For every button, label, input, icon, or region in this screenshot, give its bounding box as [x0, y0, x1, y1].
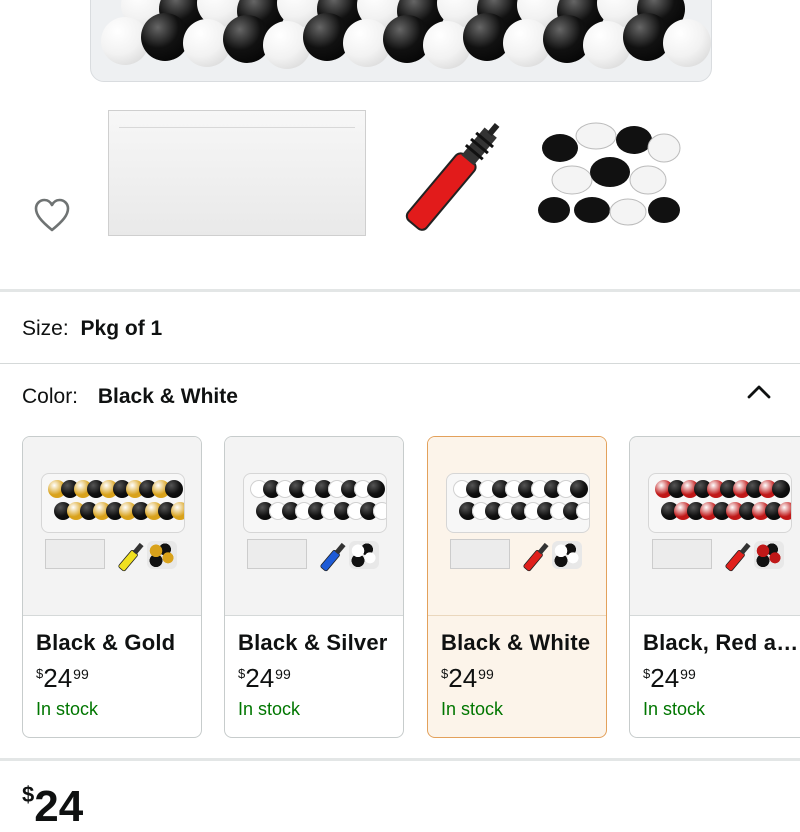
pump-image [405, 123, 500, 231]
color-selector-header[interactable]: Color: Black & White [22, 385, 238, 409]
balloon-bag-thumbnail [446, 473, 590, 533]
size-label: Size: [22, 317, 69, 340]
price-whole: 24 [245, 663, 275, 693]
variant-name: Black, Red a… [643, 630, 799, 655]
section-divider [0, 758, 800, 761]
section-divider [0, 289, 800, 292]
balloon [367, 480, 385, 498]
pump-thumbnail [118, 542, 144, 572]
color-variant-card[interactable]: Black & White $2499 In stock [427, 436, 607, 738]
variant-price: $2499 [238, 663, 291, 694]
price-whole: 24 [34, 782, 84, 831]
price-whole: 24 [43, 663, 73, 693]
balloon [772, 480, 790, 498]
balloon-pile-thumbnail [754, 541, 784, 569]
price-fraction: 99 [478, 666, 494, 682]
pump-thumbnail [320, 542, 346, 572]
balloon [663, 19, 711, 67]
clear-bag-thumbnail [652, 539, 712, 569]
size-selector[interactable]: Size: Pkg of 1 [22, 317, 162, 341]
price-fraction: 99 [680, 666, 696, 682]
chevron-up-icon[interactable] [744, 382, 774, 402]
stock-status: In stock [441, 699, 504, 719]
clear-bag-image [108, 110, 366, 236]
variant-thumbnail [225, 437, 403, 616]
balloon-bag-thumbnail [648, 473, 792, 533]
price-fraction: 99 [275, 666, 291, 682]
balloon [165, 480, 183, 498]
price-whole: 24 [448, 663, 478, 693]
heart-outline-icon[interactable] [33, 197, 71, 233]
balloon-pile-image [538, 122, 681, 226]
price-currency: $ [643, 666, 651, 681]
variant-thumbnail [23, 437, 201, 616]
variant-thumbnail [428, 437, 606, 616]
price-currency: $ [36, 666, 44, 681]
color-variant-card[interactable]: Black & Gold $2499 In stock [22, 436, 202, 738]
variant-price: $2499 [643, 663, 696, 694]
color-variant-card[interactable]: Black & Silver $2499 In stock [224, 436, 404, 738]
balloon [570, 480, 588, 498]
pump-thumbnail [523, 542, 549, 572]
price-currency: $ [22, 782, 35, 807]
color-value: Black & White [97, 385, 238, 408]
clear-bag-thumbnail [450, 539, 510, 569]
variant-name: Black & Silver [238, 630, 388, 655]
stock-status: In stock [36, 699, 99, 719]
size-value: Pkg of 1 [80, 317, 163, 340]
product-image-gallery[interactable] [0, 0, 800, 290]
balloon [171, 502, 184, 520]
balloon-pile-thumbnail [552, 541, 582, 569]
price-whole: 24 [650, 663, 680, 693]
balloon [778, 502, 791, 520]
balloon-bag-thumbnail [41, 473, 185, 533]
balloon-pile-thumbnail [147, 541, 177, 569]
balloon-bag-image [90, 0, 712, 82]
price-fraction: 99 [73, 666, 89, 682]
balloon [373, 502, 386, 520]
balloon-pile-thumbnail [349, 541, 379, 569]
price-currency: $ [441, 666, 449, 681]
variant-thumbnail [630, 437, 800, 616]
variant-name: Black & White [441, 630, 591, 655]
price-currency: $ [238, 666, 246, 681]
variant-price: $2499 [441, 663, 494, 694]
variant-name: Black & Gold [36, 630, 176, 655]
variant-price: $2499 [36, 663, 89, 694]
stock-status: In stock [238, 699, 301, 719]
color-variant-card[interactable]: Black, Red a… $2499 In stock [629, 436, 800, 738]
buybox-price: $24 [22, 782, 83, 832]
balloon [141, 13, 189, 61]
pump-thumbnail [725, 542, 751, 572]
stock-status: In stock [643, 699, 706, 719]
section-divider [0, 363, 800, 364]
balloon-bag-thumbnail [243, 473, 387, 533]
clear-bag-thumbnail [45, 539, 105, 569]
color-label: Color: [22, 385, 79, 408]
clear-bag-thumbnail [247, 539, 307, 569]
balloon [576, 502, 589, 520]
